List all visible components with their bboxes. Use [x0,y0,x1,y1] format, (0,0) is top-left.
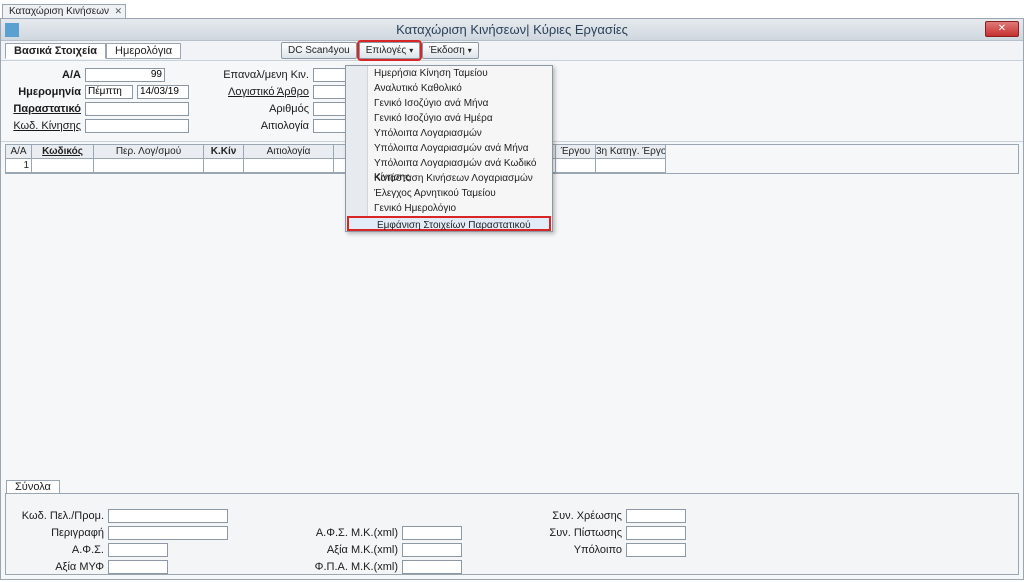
menu-item-show-doc-details[interactable]: Εμφάνιση Στοιχείων Παραστατικού [347,216,551,231]
issue-label: Έκδοση [429,45,465,56]
reason-label: Αιτιολογία [219,120,309,132]
debit-input[interactable] [626,509,686,523]
window-close-button[interactable]: ✕ [985,21,1019,37]
desc-label: Περιγραφή [14,527,104,539]
menu-item-balance-day[interactable]: Γενικό Ισοζύγιο ανά Ημέρα [346,111,552,126]
number-label: Αριθμός [219,103,309,115]
date-label: Ημερομηνία [9,86,81,98]
menu-item-rest-accounts-code[interactable]: Υπόλοιπα Λογαριασμών ανά Κωδικό Κίνησης [346,156,552,171]
credit-input[interactable] [626,526,686,540]
date-input[interactable] [137,85,189,99]
balance-input[interactable] [626,543,686,557]
cell-aa: 1 [6,159,32,173]
afs-input[interactable] [108,543,168,557]
afsmk-label: Α.Φ.Σ. Μ.Κ.(xml) [308,527,398,539]
menu-item-negative-cash[interactable]: Έλεγχος Αρνητικού Ταμείου [346,186,552,201]
menu-item-movements-status[interactable]: Κατάσταση Κινήσεων Λογαριασμών [346,171,552,186]
cust-label: Κωδ. Πελ./Προμ. [14,510,104,522]
movecode-input[interactable] [85,119,189,133]
options-menu: Ημερήσια Κίνηση Ταμείου Αναλυτικό Καθολι… [345,65,553,232]
desc-input[interactable] [108,526,228,540]
menu-item-general-journal[interactable]: Γενικό Ημερολόγιο [346,201,552,216]
chevron-down-icon: ▾ [468,46,472,55]
options-label: Επιλογές [366,45,406,56]
issue-button[interactable]: Έκδοση▾ [422,42,479,59]
cell-kkiv[interactable] [204,159,244,173]
options-button[interactable]: Επιλογές▾ [359,42,421,59]
col-reason[interactable]: Αιτιολογία [244,145,334,159]
menu-item-balance-month[interactable]: Γενικό Ισοζύγιο ανά Μήνα [346,96,552,111]
repeat-label: Επαναλ/μενη Κιν. [219,69,309,81]
aa-input[interactable] [85,68,165,82]
app-tab[interactable]: Καταχώριση Κινήσεων ✕ [2,4,126,18]
col-acct[interactable]: Περ. Λογ/σμού [94,145,204,159]
balance-label: Υπόλοιπο [542,544,622,556]
credit-label: Συν. Πίστωσης [542,527,622,539]
aa-label: Α/Α [9,69,81,81]
window-title: Καταχώριση Κινήσεων| Κύριες Εργασίες [396,22,628,37]
movecode-label: Κωδ. Κίνησης [9,120,81,132]
doc-input[interactable] [85,102,189,116]
day-input[interactable] [85,85,133,99]
menu-item-daily-cash[interactable]: Ημερήσια Κίνηση Ταμείου [346,66,552,81]
menu-item-rest-accounts[interactable]: Υπόλοιπα Λογαριασμών [346,126,552,141]
article-label: Λογιστικό Άρθρο [219,86,309,98]
valmk-label: Αξία Μ.Κ.(xml) [308,544,398,556]
totals-panel: Σύνολα Κωδ. Πελ./Προμ. Περιγραφή Α.Φ.Σ. … [5,493,1019,575]
afsmk-input[interactable] [402,526,462,540]
col-kkiv[interactable]: Κ.Κίν [204,145,244,159]
dc-scan-button[interactable]: DC Scan4you [281,42,357,59]
myf-label: Αξία ΜΥΦ [14,561,104,573]
app-tab-label: Καταχώριση Κινήσεων [9,6,109,17]
app-icon [5,23,19,37]
tab-basic[interactable]: Βασικά Στοιχεία [5,43,106,59]
cell-reason[interactable] [244,159,334,173]
menu-item-analytic-ledger[interactable]: Αναλυτικό Καθολικό [346,81,552,96]
debit-label: Συν. Χρέωσης [542,510,622,522]
cell-acct[interactable] [94,159,204,173]
col-aa[interactable]: Α/Α [6,145,32,159]
fpamk-label: Φ.Π.Α. Μ.Κ.(xml) [308,561,398,573]
menu-item-rest-accounts-month[interactable]: Υπόλοιπα Λογαριασμών ανά Μήνα [346,141,552,156]
cell-cat3[interactable] [596,159,666,173]
close-icon[interactable]: ✕ [114,6,122,17]
chevron-down-icon: ▾ [409,46,413,55]
myf-input[interactable] [108,560,168,574]
afs-label: Α.Φ.Σ. [14,544,104,556]
title-bar: Καταχώριση Κινήσεων| Κύριες Εργασίες ✕ [1,19,1023,41]
col-cat3[interactable]: 3η Κατηγ. Έργου [596,145,666,159]
doc-label: Παραστατικό [9,103,81,115]
valmk-input[interactable] [402,543,462,557]
cust-input[interactable] [108,509,228,523]
col-proj[interactable]: Έργου [556,145,596,159]
cell-proj[interactable] [556,159,596,173]
col-code[interactable]: Κωδικός [32,145,94,159]
fpamk-input[interactable] [402,560,462,574]
totals-tab[interactable]: Σύνολα [6,480,60,493]
tab-journal[interactable]: Ημερολόγια [106,43,181,59]
cell-code[interactable] [32,159,94,173]
